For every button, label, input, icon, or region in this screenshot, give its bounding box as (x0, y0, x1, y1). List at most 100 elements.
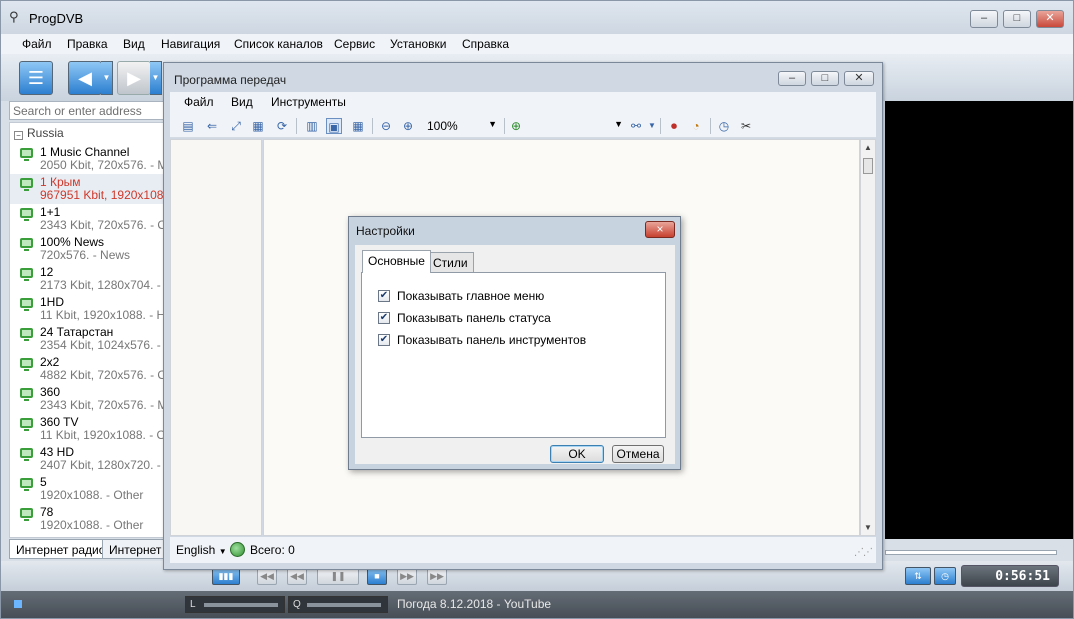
tv-icon (20, 388, 33, 401)
address-input[interactable]: Search or enter address (9, 101, 167, 120)
channel-name: 1 Music Channel (40, 145, 130, 159)
chevron-down-icon[interactable]: ▼ (644, 118, 660, 134)
language-selector[interactable]: English ▼ (176, 543, 227, 557)
channel-item[interactable]: 2x2 4882 Kbit, 720x576. - Oth (10, 354, 167, 384)
now-playing-text: Погода 8.12.2018 - YouTube (397, 597, 552, 611)
menu-view[interactable]: Вид (123, 37, 145, 51)
binoculars-icon[interactable]: ⚯ (628, 118, 644, 134)
cancel-button[interactable]: Отмена (612, 445, 664, 463)
grid-view-icon[interactable]: ▦ (350, 118, 366, 134)
guide-status-bar: English ▼ Всего: 0 ⋰⋰ (170, 537, 876, 563)
add-icon[interactable]: ⊕ (508, 118, 524, 134)
tab-internet-radio[interactable]: Интернет радио (9, 539, 113, 559)
show-main-menu-checkbox[interactable]: ✔ Показывать главное меню (378, 289, 628, 304)
expand-icon[interactable]: ⤢ (228, 118, 244, 134)
tab-general[interactable]: Основные (362, 250, 431, 273)
channel-name: 360 TV (40, 415, 79, 429)
channel-name: 1HD (40, 295, 65, 309)
zoom-out-icon[interactable]: ⊖ (378, 118, 394, 134)
filter-select[interactable]: ▼ (532, 117, 626, 135)
show-toolbar-checkbox[interactable]: ✔ Показывать панель инструментов (378, 333, 628, 348)
arrow-right-icon: ▶ (127, 68, 141, 88)
clock-icon[interactable]: ◷ (716, 118, 732, 134)
menu-settings[interactable]: Установки (390, 37, 446, 51)
book-icon[interactable]: ▤ (180, 118, 196, 134)
record-icon[interactable]: ⏺ (666, 118, 682, 134)
channel-item[interactable]: 360 TV 11 Kbit, 1920x1088. - Oth (10, 414, 166, 444)
separator (710, 118, 711, 134)
seek-bar[interactable] (885, 550, 1057, 555)
separator (296, 118, 297, 134)
dialog-close-button[interactable]: × (645, 221, 675, 238)
main-menu-bar: Файл Правка Вид Навигация Список каналов… (1, 34, 1073, 54)
guide-menu-file[interactable]: Файл (184, 95, 214, 109)
menu-help[interactable]: Справка (462, 37, 509, 51)
channel-name: 5 (40, 475, 47, 489)
ok-button[interactable]: OK (550, 445, 604, 463)
tab-styles[interactable]: Стили (427, 252, 474, 273)
group-russia[interactable]: − Russia (14, 126, 64, 140)
scroll-up-icon[interactable]: ▲ (861, 140, 875, 155)
channel-info: 4882 Kbit, 720x576. - Oth (40, 368, 167, 382)
meter-bar (307, 603, 381, 607)
schedule-icon[interactable]: ◔ (688, 118, 704, 134)
guide-menu-view[interactable]: Вид (231, 95, 253, 109)
document-icon[interactable]: ▦ (250, 118, 266, 134)
forward-button[interactable]: ▶ (117, 61, 151, 95)
guide-menu-tools[interactable]: Инструменты (271, 95, 346, 109)
guide-maximize-button[interactable]: □ (811, 71, 839, 86)
list-view-icon[interactable]: ▥ (304, 118, 320, 134)
tv-icon (20, 178, 33, 191)
back-button[interactable]: ◀ (68, 61, 102, 95)
menu-service[interactable]: Сервис (334, 37, 375, 51)
equalizer-button[interactable]: ⇅ (905, 567, 931, 585)
channel-item[interactable]: 12 2173 Kbit, 1280x704. - Ot (10, 264, 166, 294)
channel-item-selected[interactable]: 1 Крым 967951 Kbit, 1920x1088. (10, 174, 166, 204)
time-display: 0:56:51 (961, 565, 1059, 587)
channel-item[interactable]: 1 Music Channel 2050 Kbit, 720x576. - Mus (10, 144, 166, 174)
channel-item[interactable]: 1+1 2343 Kbit, 720x576. - Oth (10, 204, 166, 234)
video-area[interactable] (885, 101, 1073, 539)
channel-item[interactable]: 5 1920x1088. - Other (10, 474, 166, 504)
zoom-select[interactable]: 100% ▼ (424, 117, 500, 135)
forward-dropdown[interactable]: ▼ (150, 61, 162, 95)
channel-info: 1920x1088. - Other (40, 518, 144, 532)
refresh-icon[interactable]: ⟳ (274, 118, 290, 134)
check-icon[interactable]: ✔ (378, 334, 390, 346)
channel-item[interactable]: 1HD 11 Kbit, 1920x1088. - He (10, 294, 166, 324)
channel-item[interactable]: 43 HD 2407 Kbit, 1280x720. - Lo (10, 444, 166, 474)
channel-name: 100% News (40, 235, 105, 249)
show-status-bar-checkbox[interactable]: ✔ Показывать панель статуса (378, 311, 628, 326)
collapse-icon[interactable]: − (14, 131, 23, 140)
menu-channel-list[interactable]: Список каналов (234, 37, 323, 51)
close-button[interactable]: ✕ (1036, 10, 1064, 28)
menu-edit[interactable]: Правка (67, 37, 108, 51)
zoom-in-icon[interactable]: ⊕ (400, 118, 416, 134)
scroll-thumb[interactable] (863, 158, 873, 174)
back-dropdown[interactable]: ▼ (101, 61, 113, 95)
maximize-button[interactable]: □ (1003, 10, 1031, 28)
check-icon[interactable]: ✔ (378, 312, 390, 324)
check-icon[interactable]: ✔ (378, 290, 390, 302)
resize-grip-icon[interactable]: ⋰⋰ (854, 547, 873, 558)
menu-navigation[interactable]: Навигация (161, 37, 220, 51)
import-icon[interactable]: ⇐ (204, 118, 220, 134)
guide-close-button[interactable]: ✕ (844, 71, 874, 86)
menu-file[interactable]: Файл (22, 37, 52, 51)
guide-vertical-scrollbar[interactable]: ▲ ▼ (860, 139, 876, 536)
minimize-button[interactable]: – (970, 10, 998, 28)
channel-info: 2343 Kbit, 720x576. - Me (40, 398, 167, 412)
channel-item[interactable]: 78 1920x1088. - Other (10, 504, 166, 534)
channel-item[interactable]: 24 Татарстан 2354 Kbit, 1024x576. - Ot (10, 324, 166, 354)
timer-button[interactable]: ◷ (934, 567, 956, 585)
channel-name: 1+1 (40, 205, 61, 219)
channel-item[interactable]: 100% News 720x576. - News (10, 234, 166, 264)
scroll-down-icon[interactable]: ▼ (861, 520, 875, 535)
detail-view-icon[interactable]: ▣ (326, 118, 342, 134)
channel-item[interactable]: 360 2343 Kbit, 720x576. - Me (10, 384, 167, 414)
guide-minimize-button[interactable]: – (778, 71, 806, 86)
checkbox-label: Показывать панель статуса (397, 311, 551, 325)
main-window-title: ProgDVB (29, 11, 84, 26)
tools-icon[interactable]: ✂ (738, 118, 754, 134)
channel-list-button[interactable]: ☰ (19, 61, 53, 95)
